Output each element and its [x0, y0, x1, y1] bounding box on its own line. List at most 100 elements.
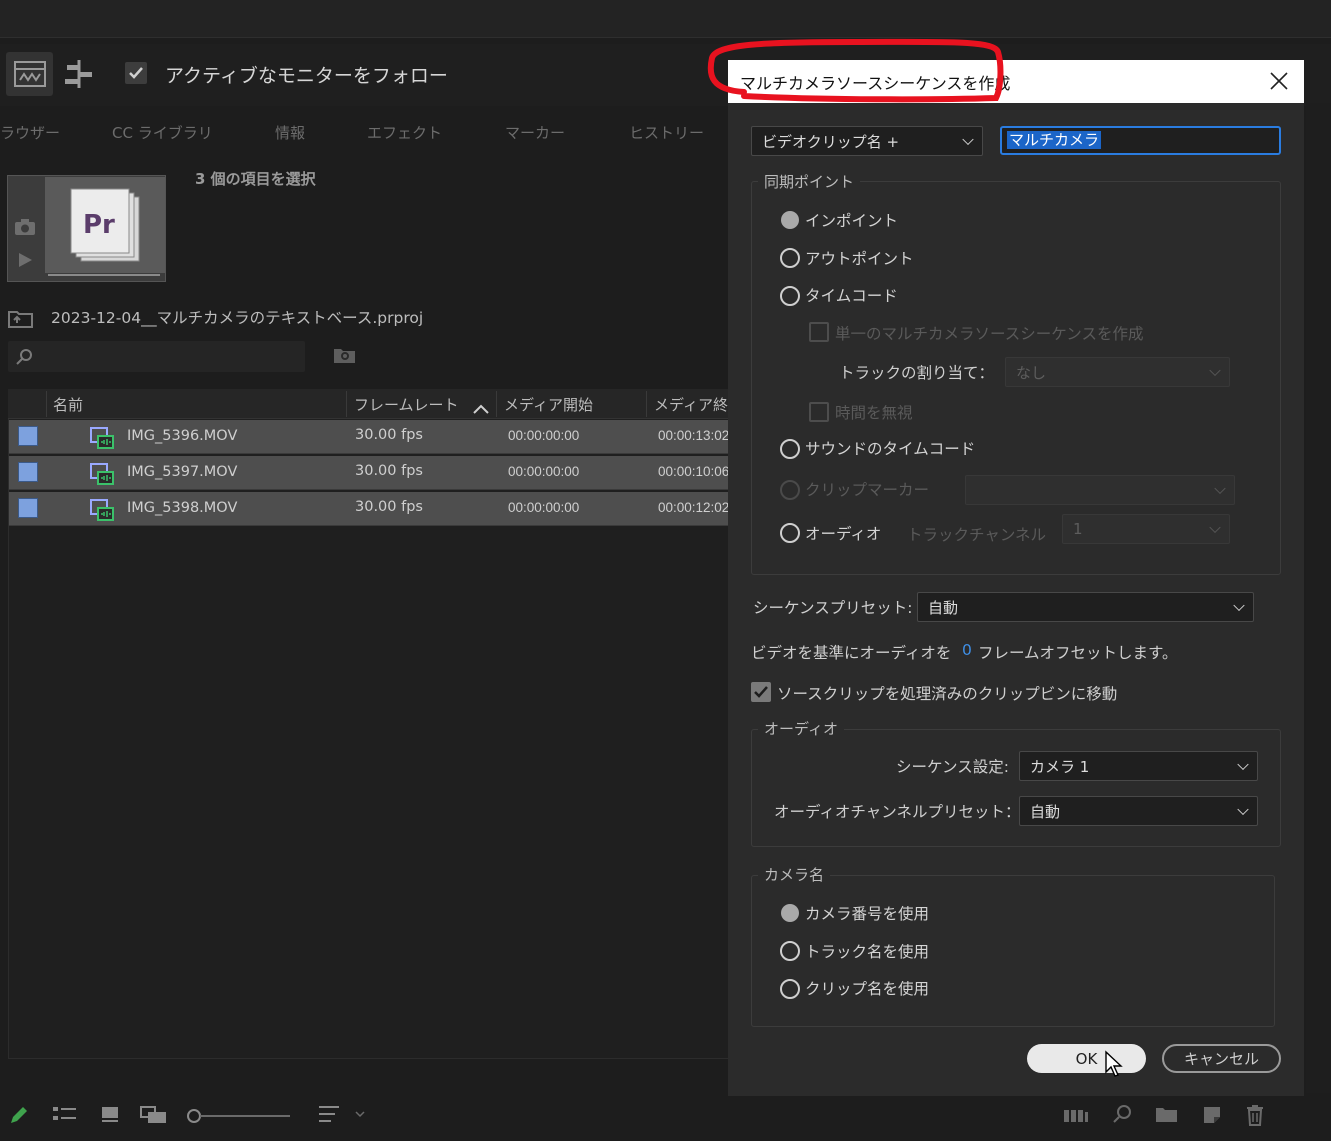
video-clip-icon — [90, 499, 114, 521]
audio-group-label: オーディオ — [758, 718, 844, 739]
radio-use-camera-number[interactable] — [781, 904, 799, 922]
search-icon — [16, 349, 32, 365]
sequence-name-value: マルチカメラ — [1007, 131, 1102, 149]
column-frame-rate[interactable]: フレームレート — [354, 394, 459, 415]
single-sequence-label: 単一のマルチカメラソースシーケンスを作成 — [835, 325, 1144, 343]
play-icon[interactable] — [17, 252, 33, 272]
thumbnail-preview: Pr — [45, 177, 165, 273]
sequence-preset-dropdown[interactable]: 自動 — [917, 592, 1254, 622]
clip-end: 00:00:10:06 — [658, 464, 728, 479]
sort-icon[interactable] — [318, 1104, 366, 1128]
tab-browser[interactable]: ラウザー — [0, 122, 60, 143]
video-clip-icon — [90, 463, 114, 485]
tab-history[interactable]: ヒストリー — [629, 122, 704, 143]
offset-frames-value[interactable]: 0 — [962, 641, 972, 659]
offset-suffix: フレームオフセットします。 — [978, 644, 1178, 662]
red-annotation-outline — [707, 38, 1004, 103]
radio-use-track-name[interactable] — [780, 941, 800, 961]
label-color-swatch[interactable] — [18, 426, 38, 446]
right-panel-edge — [1306, 103, 1331, 1093]
use-track-name-label: トラック名を使用 — [805, 943, 930, 961]
clip-fps: 30.00 fps — [355, 463, 423, 479]
radio-use-clip-name[interactable] — [780, 979, 800, 999]
clip-name: IMG_5398.MOV — [127, 500, 238, 516]
clip-end: 00:00:12:02 — [658, 500, 728, 515]
track-assign-dropdown[interactable]: なし — [1005, 357, 1230, 387]
audio-sequence-dropdown[interactable]: カメラ 1 — [1019, 751, 1258, 781]
new-item-icon[interactable] — [1201, 1104, 1223, 1130]
audio-sync-label: オーディオ — [805, 525, 882, 543]
ignore-time-checkbox[interactable] — [809, 402, 829, 422]
audio-channel-dropdown[interactable]: 自動 — [1019, 796, 1258, 826]
find-bin-icon[interactable] — [333, 346, 357, 368]
tab-effects[interactable]: エフェクト — [367, 122, 442, 143]
track-assign-label: トラックの割り当て： — [839, 364, 995, 382]
tab-markers[interactable]: マーカー — [505, 122, 565, 143]
find-icon[interactable] — [1112, 1104, 1132, 1128]
clip-marker-label: クリップマーカー — [805, 481, 930, 499]
trash-icon[interactable] — [1245, 1104, 1265, 1130]
thumbnail-progress — [48, 274, 160, 276]
radio-clip-marker[interactable] — [780, 480, 800, 500]
project-search-input[interactable] — [8, 341, 305, 372]
use-clip-name-label: クリップ名を使用 — [805, 980, 930, 998]
column-media-start[interactable]: メディア開始 — [504, 394, 593, 415]
move-clips-checkbox[interactable] — [751, 682, 771, 702]
track-channel-label: トラックチャンネル — [907, 526, 1047, 544]
radio-sound-timecode[interactable] — [780, 439, 800, 459]
timeline-view-icon[interactable] — [6, 52, 53, 96]
clip-marker-dropdown[interactable] — [965, 475, 1235, 505]
mouse-cursor-icon — [1105, 1050, 1123, 1077]
clip-start: 00:00:00:00 — [508, 428, 580, 443]
ignore-time-label: 時間を無視 — [835, 404, 913, 422]
clip-start: 00:00:00:00 — [508, 464, 580, 479]
clip-fps: 30.00 fps — [355, 499, 423, 515]
clip-name: IMG_5396.MOV — [127, 428, 238, 444]
selection-count: 3 個の項目を選択 — [195, 170, 316, 188]
zoom-slider[interactable] — [186, 1108, 292, 1128]
timecode-label: タイムコード — [805, 287, 898, 305]
icon-view-icon[interactable] — [100, 1104, 120, 1128]
tab-info[interactable]: 情報 — [275, 122, 305, 143]
label-color-swatch[interactable] — [18, 498, 38, 518]
camera-name-label: カメラ名 — [758, 864, 831, 885]
audio-channel-label: オーディオチャンネルプリセット： — [774, 803, 1021, 821]
clip-name: IMG_5397.MOV — [127, 464, 238, 480]
panel-tabs — [0, 112, 730, 152]
sort-ascending-icon[interactable] — [472, 400, 490, 419]
column-name[interactable]: 名前 — [53, 394, 83, 415]
align-icon[interactable] — [60, 54, 98, 94]
pencil-icon[interactable] — [8, 1104, 30, 1130]
name-mode-dropdown[interactable]: ビデオクリップ名 + — [751, 126, 983, 156]
radio-out-point[interactable] — [780, 248, 800, 268]
tab-cc-libraries[interactable]: CC ライブラリ — [112, 122, 213, 143]
bin-up-icon[interactable] — [8, 308, 34, 332]
clip-end: 00:00:13:02 — [658, 428, 728, 443]
clip-start: 00:00:00:00 — [508, 500, 580, 515]
svg-text:Pr: Pr — [83, 210, 115, 240]
audio-sequence-label: シーケンス設定: — [896, 758, 1009, 776]
single-sequence-checkbox[interactable] — [809, 322, 829, 342]
cancel-button[interactable]: キャンセル — [1162, 1044, 1281, 1073]
camera-icon[interactable] — [14, 218, 36, 240]
project-file-name: 2023-12-04__マルチカメラのテキストベース.prproj — [51, 309, 424, 327]
audio-group — [751, 729, 1281, 847]
freeform-view-icon[interactable] — [140, 1104, 168, 1128]
ok-button[interactable]: OK — [1027, 1044, 1146, 1073]
column-media-end[interactable]: メディア終 — [654, 394, 730, 415]
radio-in-point[interactable] — [781, 211, 799, 229]
clip-fps: 30.00 fps — [355, 427, 423, 443]
out-point-label: アウトポイント — [805, 250, 914, 268]
track-channel-dropdown[interactable]: 1 — [1062, 514, 1230, 544]
follow-monitor-checkbox[interactable] — [125, 62, 147, 84]
automate-to-sequence-icon[interactable] — [1063, 1104, 1089, 1128]
new-bin-icon[interactable] — [1155, 1104, 1179, 1128]
sequence-preset-label: シーケンスプリセット: — [753, 599, 913, 617]
close-icon[interactable] — [1266, 68, 1292, 94]
radio-audio[interactable] — [780, 523, 800, 543]
radio-timecode[interactable] — [780, 286, 800, 306]
list-view-icon[interactable] — [52, 1104, 78, 1128]
top-strip — [0, 0, 1331, 38]
sync-point-label: 同期ポイント — [758, 171, 861, 192]
label-color-swatch[interactable] — [18, 462, 38, 482]
